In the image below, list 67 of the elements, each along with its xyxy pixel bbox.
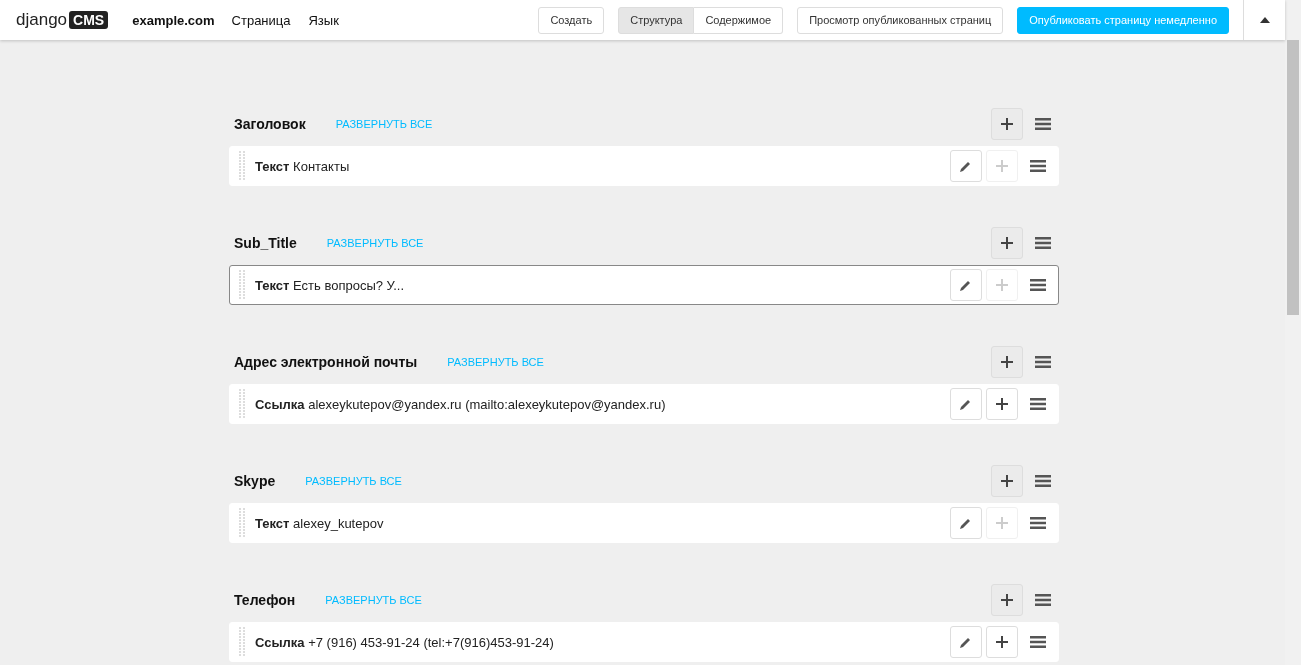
- plugin-label: Текст Есть вопросы? У...: [255, 277, 404, 293]
- add-plugin-button[interactable]: [986, 388, 1018, 420]
- plugin-row[interactable]: Ссылка +7 (916) 453-91-24 (tel:+7(916)453-91-24): [229, 622, 1059, 662]
- menu-icon: [1035, 475, 1051, 487]
- create-button[interactable]: Создать: [538, 6, 605, 34]
- plus-icon: [996, 517, 1008, 529]
- plus-icon: [996, 636, 1008, 648]
- edit-button[interactable]: [950, 626, 982, 658]
- plus-icon: [1001, 356, 1013, 368]
- pencil-icon: [959, 278, 973, 292]
- add-plugin-button[interactable]: [986, 626, 1018, 658]
- menu-icon: [1035, 594, 1051, 606]
- placeholder-title: Телефон: [233, 592, 296, 608]
- add-plugin-button[interactable]: [991, 227, 1023, 259]
- plus-icon: [1001, 594, 1013, 606]
- add-plugin-button[interactable]: [991, 346, 1023, 378]
- plus-icon: [996, 398, 1008, 410]
- drag-handle-icon[interactable]: [239, 508, 245, 538]
- drag-handle-icon[interactable]: [239, 270, 245, 300]
- menu-icon: [1030, 398, 1046, 410]
- menu-icon: [1035, 356, 1051, 368]
- django-cms-logo[interactable]: django CMS: [16, 10, 109, 30]
- pencil-icon: [959, 397, 973, 411]
- plugin-row[interactable]: Текст alexey_kutepov: [229, 503, 1059, 543]
- menu-icon: [1030, 636, 1046, 648]
- plugin-row[interactable]: Текст Контакты: [229, 146, 1059, 186]
- edit-button[interactable]: [950, 388, 982, 420]
- edit-button[interactable]: [950, 507, 982, 539]
- menu-icon: [1030, 517, 1046, 529]
- menu-icon: [1030, 279, 1046, 291]
- plugin-label: Ссылка alexeykutepov@yandex.ru (mailto:alexeykutepov@yandex.ru): [255, 396, 666, 412]
- placeholder-title: Заголовок: [233, 116, 306, 132]
- pencil-icon: [959, 159, 973, 173]
- plugin-row[interactable]: Ссылка alexeykutepov@yandex.ru (mailto:alexeykutepov@yandex.ru): [229, 384, 1059, 424]
- placeholder-title: Адрес электронной почты: [233, 354, 418, 370]
- drag-handle-icon[interactable]: [239, 151, 245, 181]
- plugin-row[interactable]: Текст Есть вопросы? У...: [229, 265, 1059, 305]
- add-plugin-button[interactable]: [991, 584, 1023, 616]
- plugin-label: Ссылка +7 (916) 453-91-24 (tel:+7(916)453-91-24): [255, 634, 554, 650]
- edit-button[interactable]: [950, 269, 982, 301]
- site-link[interactable]: example.com: [132, 12, 215, 28]
- add-plugin-button[interactable]: [991, 465, 1023, 497]
- menu-icon: [1035, 118, 1051, 130]
- view-published-button[interactable]: Просмотр опубликованных страниц: [797, 6, 1004, 34]
- edit-button[interactable]: [950, 150, 982, 182]
- drag-handle-icon[interactable]: [239, 389, 245, 419]
- plus-icon: [1001, 118, 1013, 130]
- caret-up-icon: [1259, 17, 1270, 23]
- scrollbar-thumb[interactable]: [1287, 40, 1299, 315]
- menu-icon: [1030, 160, 1046, 172]
- plus-icon: [996, 279, 1008, 291]
- add-plugin-button[interactable]: [991, 108, 1023, 140]
- placeholder-title: Skype: [233, 473, 276, 489]
- drag-handle-icon[interactable]: [239, 627, 245, 657]
- mode-tab[interactable]: Структура: [618, 6, 695, 34]
- pencil-icon: [959, 635, 973, 649]
- placeholder-title: Sub_Title: [233, 235, 297, 251]
- plugin-label: Текст Контакты: [255, 158, 350, 174]
- plus-icon: [1001, 237, 1013, 249]
- menu-item[interactable]: Страница: [231, 12, 291, 28]
- plus-icon: [996, 160, 1008, 172]
- pencil-icon: [959, 516, 973, 530]
- plugin-label: Текст alexey_kutepov: [255, 515, 384, 531]
- menu-item[interactable]: Язык: [308, 12, 339, 28]
- plus-icon: [1001, 475, 1013, 487]
- mode-tab[interactable]: Содержимое: [694, 6, 784, 34]
- menu-icon: [1035, 237, 1051, 249]
